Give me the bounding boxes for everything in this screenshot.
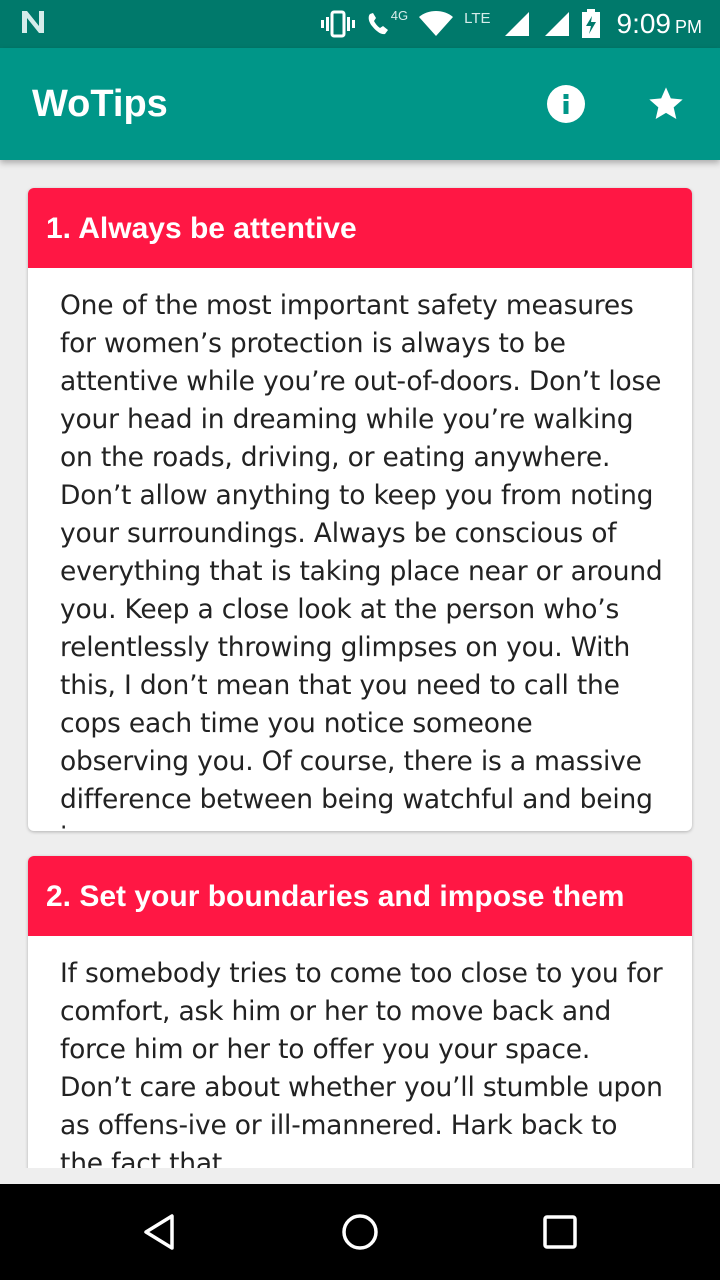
status-bar: 4G LTE 9:09 PM [0, 0, 720, 48]
info-button[interactable] [544, 82, 588, 126]
back-button[interactable] [120, 1192, 200, 1272]
tips-list[interactable]: 1. Always be attentive One of the most i… [0, 160, 720, 1168]
battery-charging-icon [581, 9, 601, 39]
favorite-button[interactable] [644, 82, 688, 126]
recents-button[interactable] [520, 1192, 600, 1272]
app-title: WoTips [32, 82, 168, 125]
info-icon [547, 85, 585, 123]
tip-title: 2. Set your boundaries and impose them [28, 856, 692, 936]
notification-n-icon [18, 7, 48, 41]
tip-card[interactable]: 1. Always be attentive One of the most i… [28, 188, 692, 831]
back-icon [144, 1214, 174, 1250]
tip-body: If somebody tries to come too close to y… [60, 958, 663, 1168]
home-button[interactable] [320, 1192, 400, 1272]
clock-time: 9:09 [616, 8, 672, 39]
clock-ampm: PM [675, 17, 702, 37]
network-badge: 4G [390, 8, 409, 23]
clock: 9:09 PM [617, 8, 703, 40]
vibrate-icon [320, 10, 355, 38]
app-bar: WoTips [0, 48, 720, 160]
wifi-icon [418, 10, 454, 38]
signal-icon-2 [541, 10, 571, 38]
tip-body: One of the most important safety measure… [60, 290, 663, 831]
network-type-label: LTE [464, 9, 491, 27]
navigation-bar [0, 1184, 720, 1280]
star-icon [649, 87, 683, 119]
tip-card[interactable]: 2. Set your boundaries and impose them I… [28, 856, 692, 1168]
signal-icon [501, 10, 531, 38]
recents-icon [543, 1215, 577, 1249]
tip-title: 1. Always be attentive [28, 188, 692, 268]
wifi-calling-icon: 4G [365, 8, 409, 38]
home-icon [342, 1214, 378, 1250]
